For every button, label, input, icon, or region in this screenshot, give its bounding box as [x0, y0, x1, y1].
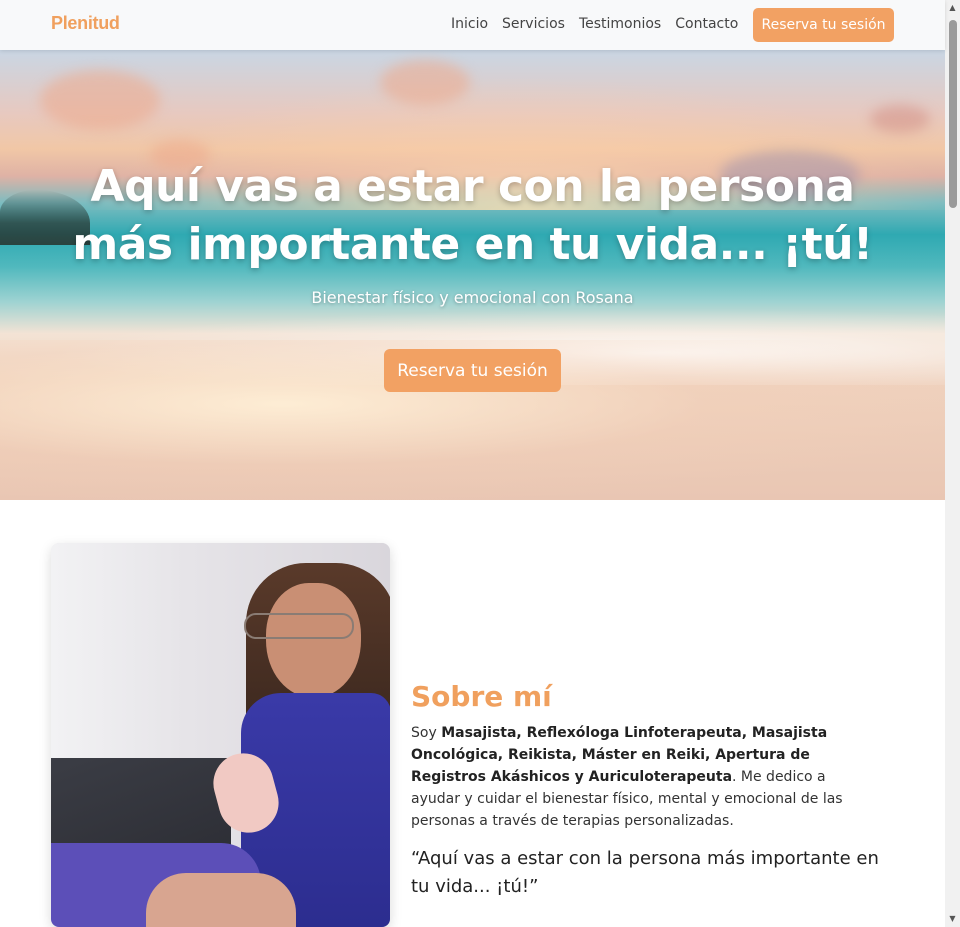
hero-section: Aquí vas a estar con la persona más impo… — [0, 50, 945, 500]
brand-logo[interactable]: Plenitud — [51, 13, 120, 34]
navbar: Plenitud Inicio Servicios Testimonios Co… — [0, 0, 945, 50]
nav-link-contacto[interactable]: Contacto — [675, 16, 738, 32]
about-intro-prefix: Soy — [411, 725, 442, 741]
therapist-photo — [51, 543, 390, 927]
nav-link-servicios[interactable]: Servicios — [502, 16, 565, 32]
hero-cloud — [40, 70, 160, 130]
page-scrollbar[interactable]: ▲ ▼ — [945, 0, 960, 927]
hero-cloud — [870, 105, 930, 133]
hero-subtitle: Bienestar físico y emocional con Rosana — [311, 288, 634, 307]
scrollbar-thumb[interactable] — [949, 20, 957, 208]
hero-title-line1: Aquí vas a estar con la persona — [90, 161, 855, 212]
nav-links: Inicio Servicios Testimonios Contacto — [451, 16, 738, 32]
about-description: Soy Masajista, Reflexóloga Linfoterapeut… — [411, 722, 861, 832]
nav-link-testimonios[interactable]: Testimonios — [579, 16, 661, 32]
scroll-up-icon[interactable]: ▲ — [945, 3, 960, 13]
nav-booking-button[interactable]: Reserva tu sesión — [753, 8, 894, 42]
hero-title-line2: más importante en tu vida... ¡tú! — [72, 219, 873, 270]
about-title: Sobre mí — [411, 680, 552, 713]
nav-link-inicio[interactable]: Inicio — [451, 16, 488, 32]
about-quote: “Aquí vas a estar con la persona más imp… — [411, 848, 879, 897]
hero-title: Aquí vas a estar con la persona más impo… — [0, 158, 945, 274]
scroll-down-icon[interactable]: ▼ — [945, 914, 960, 924]
hero-booking-button[interactable]: Reserva tu sesión — [384, 349, 561, 392]
hero-cloud — [380, 60, 470, 105]
